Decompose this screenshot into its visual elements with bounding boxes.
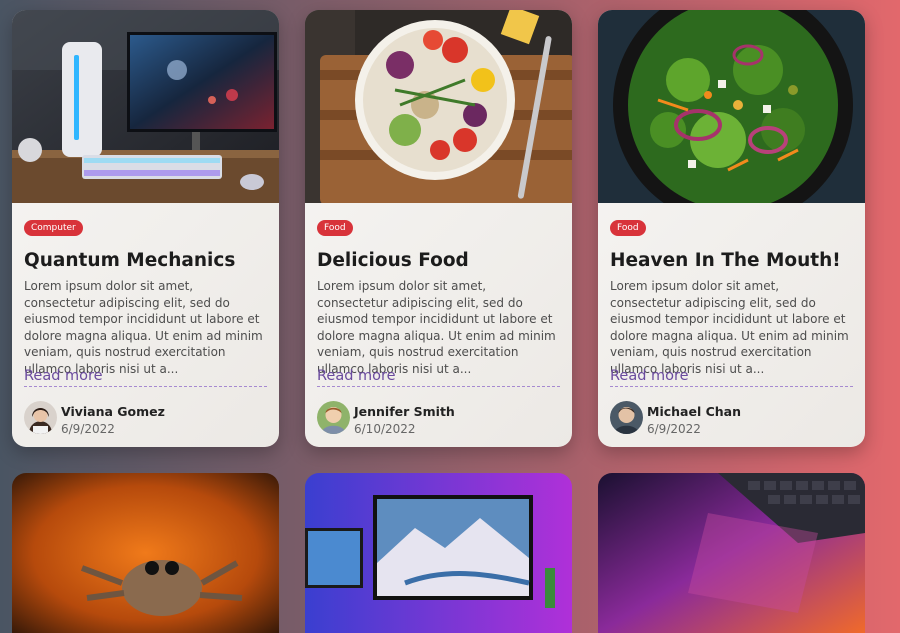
read-more-link[interactable]: Read more: [24, 367, 267, 387]
post-date: 6/10/2022: [354, 422, 416, 436]
category-tag[interactable]: Computer: [24, 220, 83, 236]
card-image-monitor-setup[interactable]: [305, 473, 572, 633]
avatar[interactable]: [24, 401, 57, 434]
read-more-link[interactable]: Read more: [317, 367, 560, 387]
category-tag[interactable]: Food: [317, 220, 353, 236]
post-card[interactable]: Food Heaven In The Mouth! Lorem ipsum do…: [598, 10, 865, 447]
author-name[interactable]: Viviana Gomez: [61, 404, 165, 419]
card-description: Lorem ipsum dolor sit amet, consectetur …: [317, 279, 556, 376]
card-image-laptop[interactable]: [598, 473, 865, 633]
author-name[interactable]: Michael Chan: [647, 404, 741, 419]
post-date: 6/9/2022: [61, 422, 115, 436]
card-description: Lorem ipsum dolor sit amet, consectetur …: [24, 279, 263, 376]
author-name[interactable]: Jennifer Smith: [354, 404, 455, 419]
avatar[interactable]: [317, 401, 350, 434]
card-image-salad-bowl[interactable]: [305, 10, 572, 203]
read-more-link[interactable]: Read more: [610, 367, 853, 387]
card-image-spider[interactable]: [12, 473, 279, 633]
post-date: 6/9/2022: [647, 422, 701, 436]
card-image-green-salad[interactable]: [598, 10, 865, 203]
card-title: Heaven In The Mouth!: [610, 250, 841, 271]
post-card[interactable]: Computer Quantum Mechanics Lorem ipsum d…: [12, 10, 279, 447]
avatar[interactable]: [610, 401, 643, 434]
card-description: Lorem ipsum dolor sit amet, consectetur …: [610, 279, 849, 376]
post-card[interactable]: Food Delicious Food Lorem ipsum dolor si…: [305, 10, 572, 447]
category-tag[interactable]: Food: [610, 220, 646, 236]
card-image-computer-setup[interactable]: [12, 10, 279, 203]
card-title: Quantum Mechanics: [24, 250, 236, 271]
card-title: Delicious Food: [317, 250, 469, 271]
